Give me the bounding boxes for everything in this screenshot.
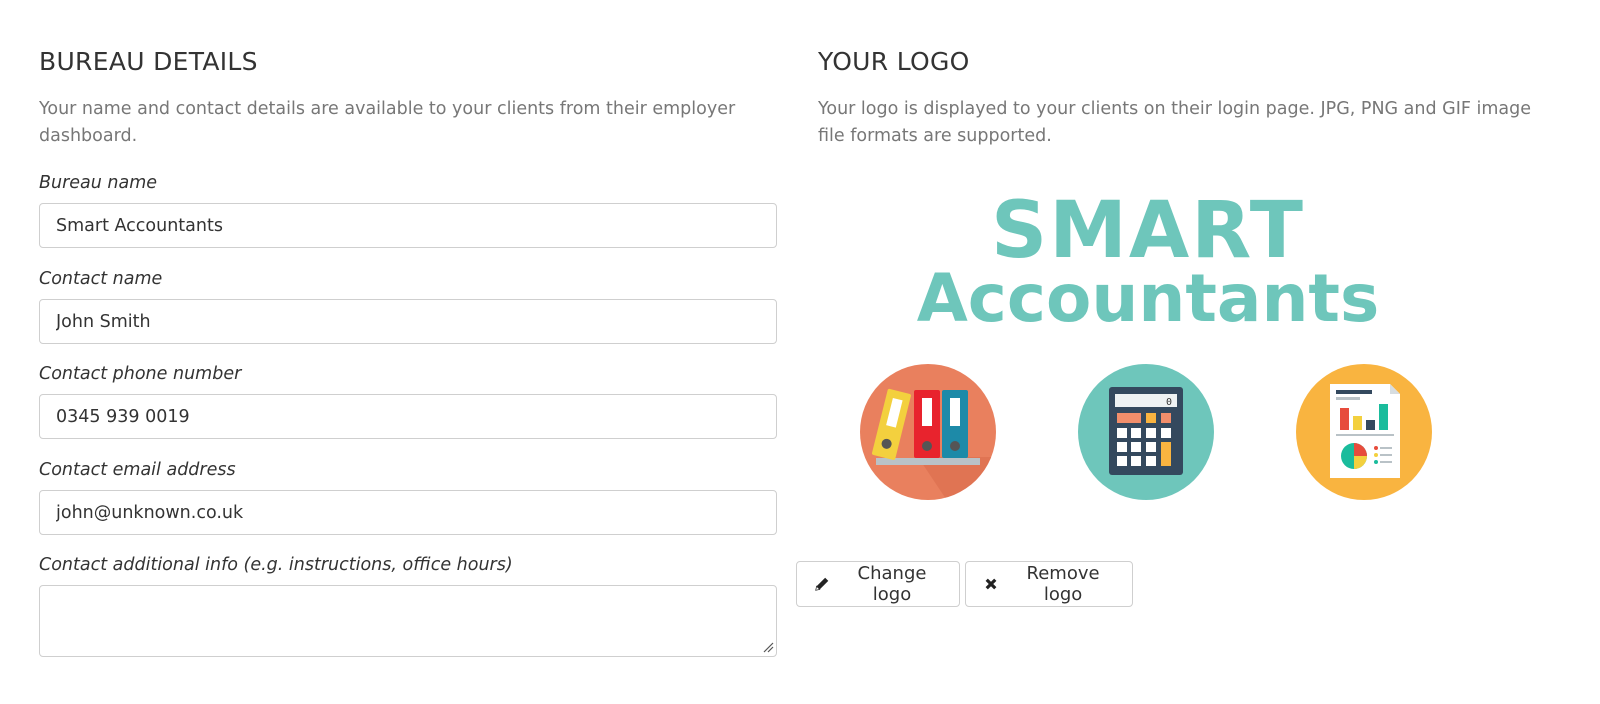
bureau-name-input[interactable] [39,203,777,248]
contact-email-input[interactable] [39,490,777,535]
contact-phone-input[interactable] [39,394,777,439]
contact-name-label: Contact name [39,269,163,289]
logo-wordmark-line1: SMART [991,186,1305,276]
contact-info-label: Contact additional info (e.g. instructio… [39,555,513,575]
contact-info-textarea[interactable] [39,585,777,657]
binders-icon [860,364,996,500]
contact-email-label: Contact email address [39,460,236,480]
remove-logo-label: Remove logo [1026,563,1100,605]
your-logo-title: YOUR LOGO [818,47,970,76]
close-icon [982,574,1000,594]
report-icon [1296,364,1432,500]
bureau-details-description: Your name and contact details are availa… [39,99,736,146]
contact-phone-label: Contact phone number [39,364,242,384]
change-logo-label: Change logo [857,563,927,605]
remove-logo-button[interactable]: Remove logo [965,561,1133,607]
your-logo-description: Your logo is displayed to your clients o… [818,99,1532,146]
change-logo-button[interactable]: Change logo [796,561,960,607]
pencil-icon [813,574,831,594]
calculator-icon: 0 [1078,364,1214,500]
logo-image: SMART Accountants 0 [858,182,1438,512]
contact-name-input[interactable] [39,299,777,344]
bureau-details-title: BUREAU DETAILS [39,47,258,76]
resize-grip-icon[interactable] [762,641,774,653]
svg-text:0: 0 [1166,397,1172,408]
bureau-name-label: Bureau name [39,173,158,193]
logo-wordmark-line2: Accountants [916,260,1380,337]
